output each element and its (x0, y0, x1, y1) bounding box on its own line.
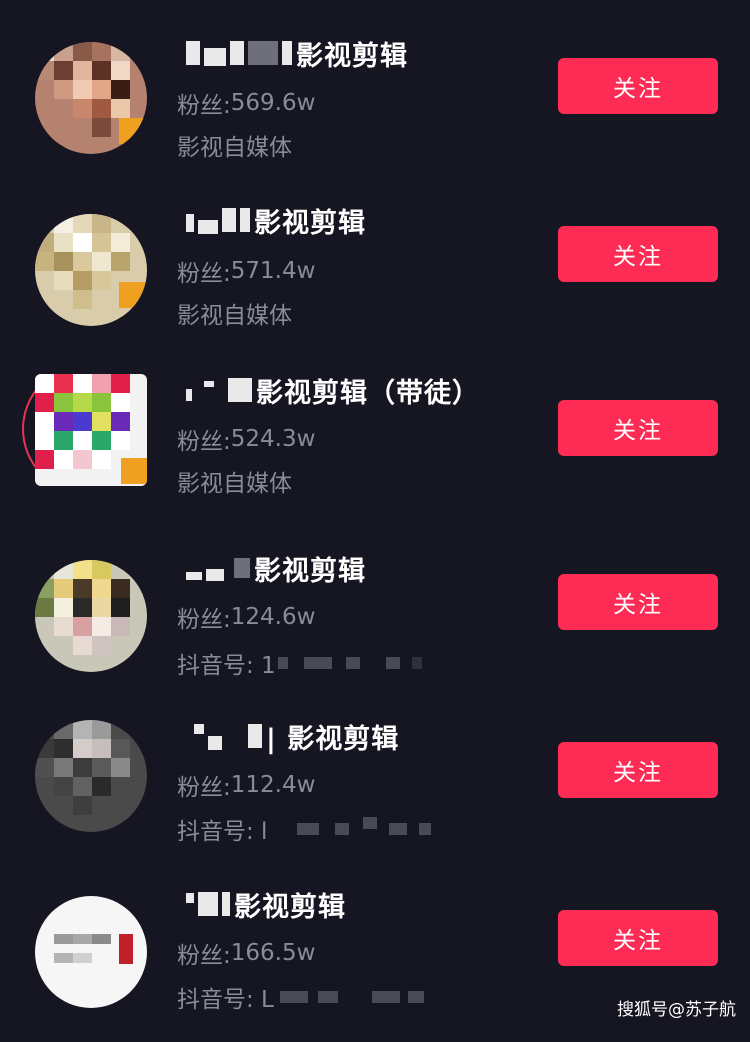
fans-value: 569.6w (230, 90, 316, 116)
fans-value: 524.3w (230, 426, 316, 452)
fans-count: 粉丝: 524.3w (177, 422, 315, 456)
fans-label: 粉丝: (177, 261, 231, 287)
username[interactable]: 影视剪辑 (186, 886, 346, 923)
account-id: 抖音号: l (177, 812, 432, 846)
fans-count: 粉丝: 571.4w (177, 254, 315, 288)
fans-count: 粉丝: 569.6w (177, 86, 315, 120)
avatar[interactable] (35, 896, 147, 1008)
follow-button[interactable]: 关注 (558, 742, 718, 798)
list-item[interactable]: 影视剪辑（带徒） 粉丝: 524.3w 影视自媒体 关注 (0, 364, 750, 532)
badge-icon (119, 282, 145, 308)
fans-label: 粉丝: (177, 429, 231, 455)
account-tag: 影视自媒体 (177, 303, 292, 329)
fans-value: 571.4w (230, 258, 316, 284)
username-text: | 影视剪辑 (266, 723, 400, 755)
fans-label: 粉丝: (177, 93, 231, 119)
fans-label: 粉丝: (177, 775, 231, 801)
fans-count: 粉丝: 166.5w (177, 936, 315, 970)
avatar[interactable] (35, 42, 147, 154)
follow-button[interactable]: 关注 (558, 574, 718, 630)
account-tag: 影视自媒体 (177, 471, 292, 497)
watermark: 搜狐号@苏子航 (617, 1000, 736, 1020)
username[interactable]: | 影视剪辑 (186, 718, 400, 755)
avatar[interactable] (35, 214, 147, 326)
list-item[interactable]: 影视剪辑 粉丝: 569.6w 影视自媒体 关注 (0, 28, 750, 196)
account-id: 抖音号: L (177, 980, 424, 1014)
username-text: 影视剪辑 (234, 891, 346, 923)
follow-button[interactable]: 关注 (558, 58, 718, 114)
follow-button[interactable]: 关注 (558, 226, 718, 282)
username[interactable]: 影视剪辑 (186, 35, 408, 72)
username[interactable]: 影视剪辑（带徒） (186, 372, 480, 409)
username-text: 影视剪辑 (254, 555, 366, 587)
avatar[interactable] (35, 720, 147, 832)
badge-icon (119, 118, 145, 144)
badge-icon (121, 458, 147, 484)
username[interactable]: 影视剪辑 (186, 550, 366, 587)
follow-button[interactable]: 关注 (558, 400, 718, 456)
fans-label: 粉丝: (177, 943, 231, 969)
username-text: 影视剪辑（带徒） (256, 377, 480, 409)
fans-label: 粉丝: (177, 607, 231, 633)
fans-count: 粉丝: 124.6w (177, 600, 315, 634)
list-item[interactable]: 影视剪辑 粉丝: 571.4w 影视自媒体 关注 (0, 196, 750, 364)
username-text: 影视剪辑 (254, 207, 366, 239)
username[interactable]: 影视剪辑 (186, 202, 366, 239)
username-text: 影视剪辑 (296, 40, 408, 72)
fans-count: 粉丝: 112.4w (177, 768, 315, 802)
fans-value: 124.6w (230, 604, 316, 630)
account-tag: 影视自媒体 (177, 135, 292, 161)
fans-value: 112.4w (230, 772, 316, 798)
list-item[interactable]: 影视剪辑 粉丝: 124.6w 抖音号: 1 关注 (0, 538, 750, 706)
avatar[interactable] (35, 374, 147, 486)
account-id: 抖音号: 1 (177, 646, 422, 680)
user-list: 影视剪辑 粉丝: 569.6w 影视自媒体 关注 影视剪辑 粉丝: 571.4w… (0, 0, 750, 1030)
fans-value: 166.5w (230, 940, 316, 966)
avatar[interactable] (35, 560, 147, 672)
list-item[interactable]: | 影视剪辑 粉丝: 112.4w 抖音号: l 关注 (0, 706, 750, 874)
follow-button[interactable]: 关注 (558, 910, 718, 966)
